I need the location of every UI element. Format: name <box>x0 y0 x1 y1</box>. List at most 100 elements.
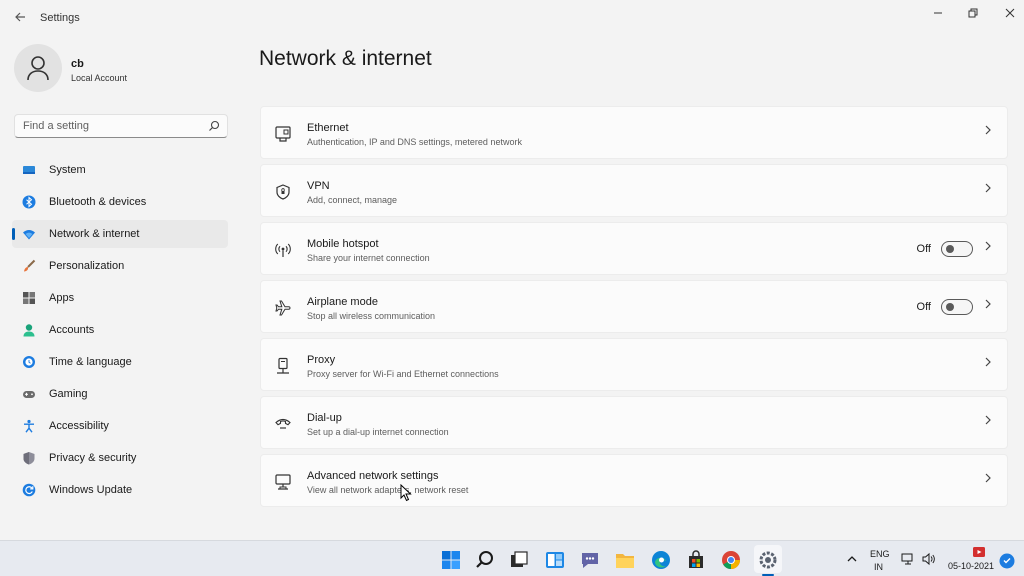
clock-globe-icon <box>23 356 35 368</box>
ethernet-icon <box>275 126 291 142</box>
vpn-shield-icon <box>276 184 290 200</box>
card-subtitle: Proxy server for Wi-Fi and Ethernet conn… <box>307 369 499 379</box>
card-subtitle: Stop all wireless communication <box>307 311 436 321</box>
back-button[interactable] <box>10 9 30 27</box>
taskbar-date[interactable]: 05-10-2021 <box>948 561 994 571</box>
network-adapter-icon <box>275 474 291 490</box>
monitor-icon <box>23 166 35 174</box>
sidebar-item-gaming[interactable]: Gaming <box>12 380 228 408</box>
dial-up-card[interactable]: Dial-up Set up a dial-up internet connec… <box>260 396 1008 449</box>
brush-icon <box>24 259 36 272</box>
sidebar-item-label: Network & internet <box>49 228 140 240</box>
card-subtitle: Share your internet connection <box>307 253 430 263</box>
volume-icon[interactable] <box>921 552 935 566</box>
proxy-icon <box>277 357 289 374</box>
chevron-right-icon <box>985 473 991 483</box>
card-subtitle: View all network adapters, network reset <box>307 485 469 495</box>
file-explorer-icon[interactable] <box>614 549 636 571</box>
notification-center-icon[interactable] <box>999 553 1015 569</box>
task-view-icon[interactable] <box>508 549 530 571</box>
settings-list: Ethernet Authentication, IP and DNS sett… <box>260 106 1008 512</box>
close-button[interactable] <box>994 4 1024 24</box>
search-icon <box>209 120 220 131</box>
airplane-mode-toggle[interactable] <box>941 299 973 315</box>
card-subtitle: Set up a dial-up internet connection <box>307 427 449 437</box>
chevron-right-icon <box>985 183 991 193</box>
network-tray-icon[interactable] <box>901 552 915 566</box>
shield-icon <box>23 452 35 465</box>
account-type: Local Account <box>71 73 128 83</box>
mobile-hotspot-toggle[interactable] <box>941 241 973 257</box>
accessibility-icon <box>24 419 34 433</box>
taskbar: ENG IN 05-10-2021 <box>0 540 1024 576</box>
search-placeholder: Find a setting <box>23 120 90 132</box>
sidebar-item-network[interactable]: Network & internet <box>12 220 228 248</box>
windows-start-icon[interactable] <box>440 549 462 571</box>
sidebar-item-label: Accounts <box>49 324 95 336</box>
minimize-button[interactable] <box>922 4 954 24</box>
mobile-hotspot-card[interactable]: Mobile hotspot Share your internet conne… <box>260 222 1008 275</box>
chrome-icon[interactable] <box>720 549 742 571</box>
chevron-right-icon <box>985 125 991 135</box>
chevron-up-icon[interactable] <box>846 554 858 564</box>
toggle-knob <box>946 245 954 253</box>
accounts-icon <box>23 324 35 337</box>
sidebar-item-windows-update[interactable]: Windows Update <box>12 476 228 504</box>
card-title: Airplane mode <box>307 296 378 308</box>
bluetooth-icon <box>22 195 36 209</box>
search-input[interactable]: Find a setting <box>14 114 228 138</box>
card-title: Mobile hotspot <box>307 238 379 250</box>
user-name: cb <box>71 58 84 70</box>
sidebar-item-label: Personalization <box>49 260 125 272</box>
sidebar-item-personalization[interactable]: Personalization <box>12 252 228 280</box>
settings-icon[interactable] <box>757 549 779 571</box>
avatar[interactable] <box>14 44 62 92</box>
apps-icon <box>23 292 35 304</box>
sidebar-item-label: Time & language <box>49 356 132 368</box>
back-arrow-icon <box>15 12 25 22</box>
language-indicator[interactable]: ENG <box>870 549 890 559</box>
teams-chat-icon[interactable] <box>579 549 601 571</box>
toggle-knob <box>946 303 954 311</box>
sidebar-item-label: Bluetooth & devices <box>49 196 147 208</box>
proxy-card[interactable]: Proxy Proxy server for Wi-Fi and Etherne… <box>260 338 1008 391</box>
airplane-icon <box>275 300 291 316</box>
toggle-state-label: Off <box>916 301 931 313</box>
edge-icon[interactable] <box>650 549 672 571</box>
minimize-icon <box>934 12 942 14</box>
chevron-right-icon <box>985 241 991 251</box>
vpn-card[interactable]: VPN Add, connect, manage <box>260 164 1008 217</box>
dialup-icon <box>275 418 291 429</box>
widgets-icon[interactable] <box>544 549 566 571</box>
search-icon[interactable] <box>474 549 496 571</box>
sidebar-item-time-language[interactable]: Time & language <box>12 348 228 376</box>
sidebar-item-bluetooth[interactable]: Bluetooth & devices <box>12 188 228 216</box>
sidebar-item-accounts[interactable]: Accounts <box>12 316 228 344</box>
sidebar-item-system[interactable]: System <box>12 156 228 184</box>
close-icon <box>1005 8 1015 18</box>
airplane-mode-card[interactable]: Airplane mode Stop all wireless communic… <box>260 280 1008 333</box>
sidebar-item-accessibility[interactable]: Accessibility <box>12 412 228 440</box>
update-icon <box>22 483 36 497</box>
sidebar-item-label: Windows Update <box>49 484 133 496</box>
ethernet-card[interactable]: Ethernet Authentication, IP and DNS sett… <box>260 106 1008 159</box>
mouse-cursor-icon <box>400 484 412 502</box>
sidebar-item-privacy[interactable]: Privacy & security <box>12 444 228 472</box>
advanced-network-settings-card[interactable]: Advanced network settings View all netwo… <box>260 454 1008 507</box>
sidebar-item-apps[interactable]: Apps <box>12 284 228 312</box>
hotspot-icon <box>275 243 291 257</box>
sidebar-item-label: Apps <box>49 292 75 304</box>
card-subtitle: Add, connect, manage <box>307 195 398 205</box>
chevron-right-icon <box>985 415 991 425</box>
restore-icon <box>968 8 978 18</box>
store-icon[interactable] <box>685 549 707 571</box>
sidebar-item-label: Privacy & security <box>49 452 137 464</box>
chevron-right-icon <box>985 357 991 367</box>
gamepad-icon <box>23 391 35 398</box>
wifi-icon <box>23 230 35 240</box>
card-title: Proxy <box>307 354 336 366</box>
region-indicator[interactable]: IN <box>874 562 883 572</box>
card-title: Ethernet <box>307 122 349 134</box>
restore-button[interactable] <box>957 4 989 24</box>
person-icon <box>27 56 49 81</box>
